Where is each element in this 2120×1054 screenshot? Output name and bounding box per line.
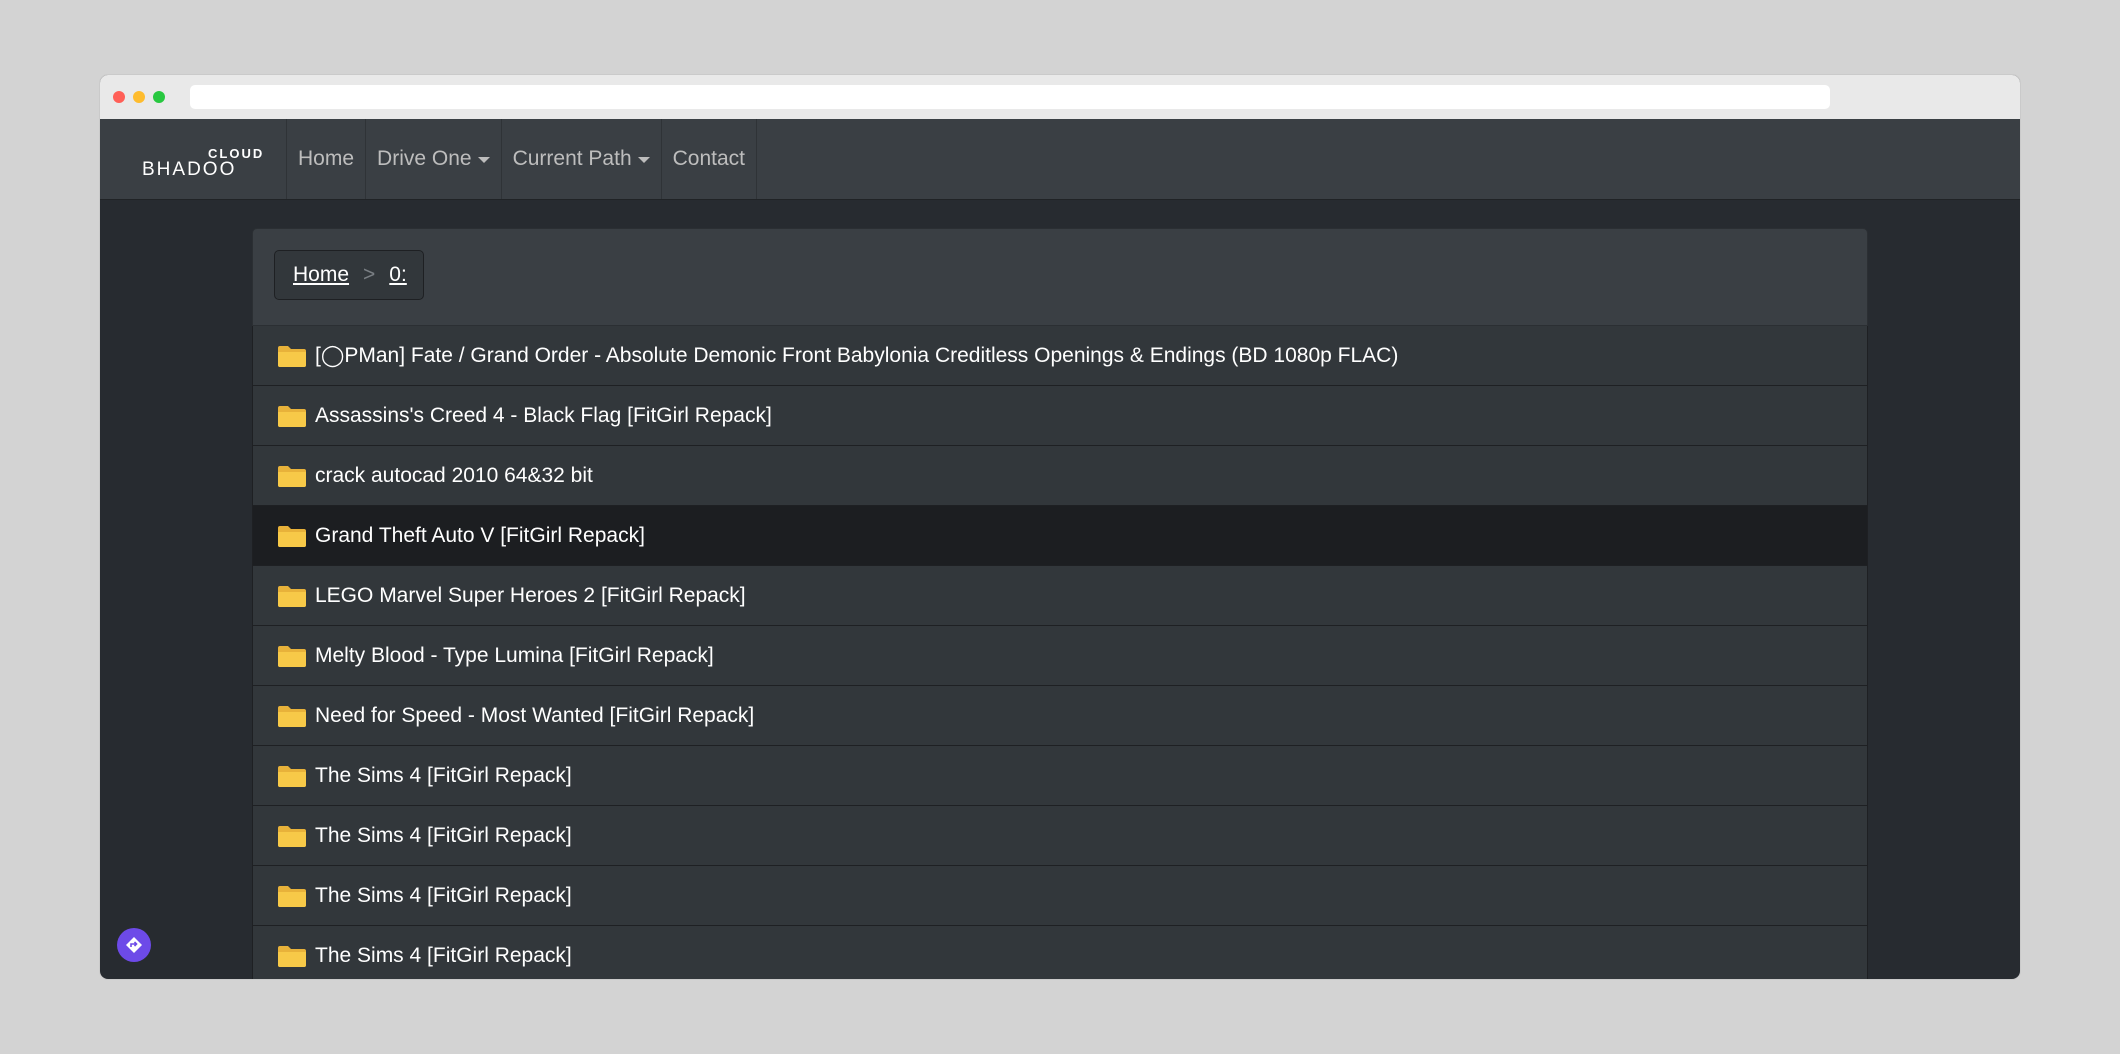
file-name: The Sims 4 [FitGirl Repack] xyxy=(315,943,572,967)
top-navbar: CLOUD BHADOO Home Drive One Current Path… xyxy=(100,119,2020,200)
file-row[interactable]: LEGO Marvel Super Heroes 2 [FitGirl Repa… xyxy=(253,566,1867,626)
brand-logo[interactable]: CLOUD BHADOO xyxy=(100,119,287,199)
file-row[interactable]: Melty Blood - Type Lumina [FitGirl Repac… xyxy=(253,626,1867,686)
file-row[interactable]: Grand Theft Auto V [FitGirl Repack] xyxy=(253,506,1867,566)
navigation-diamond-icon xyxy=(126,937,142,953)
file-row[interactable]: Assassins's Creed 4 - Black Flag [FitGir… xyxy=(253,386,1867,446)
folder-icon xyxy=(277,464,307,488)
folder-icon xyxy=(277,824,307,848)
file-row[interactable]: The Sims 4 [FitGirl Repack] xyxy=(253,866,1867,926)
brand-name-text: BHADOO xyxy=(142,159,237,180)
file-name: Need for Speed - Most Wanted [FitGirl Re… xyxy=(315,703,755,727)
address-bar[interactable] xyxy=(190,85,1830,109)
browser-titlebar xyxy=(100,75,2020,119)
folder-icon xyxy=(277,944,307,968)
folder-icon xyxy=(277,584,307,608)
file-row[interactable]: The Sims 4 [FitGirl Repack] xyxy=(253,746,1867,806)
file-name: The Sims 4 [FitGirl Repack] xyxy=(315,763,572,787)
file-row[interactable]: The Sims 4 [FitGirl Repack] xyxy=(253,926,1867,979)
nav-current-path-dropdown[interactable]: Current Path xyxy=(502,119,662,199)
file-name: LEGO Marvel Super Heroes 2 [FitGirl Repa… xyxy=(315,583,746,607)
nav-contact[interactable]: Contact xyxy=(662,119,757,199)
file-name: The Sims 4 [FitGirl Repack] xyxy=(315,823,572,847)
file-list: [◯PMan] Fate / Grand Order - Absolute De… xyxy=(252,326,1868,979)
folder-icon xyxy=(277,524,307,548)
file-name: Melty Blood - Type Lumina [FitGirl Repac… xyxy=(315,643,714,667)
nav-drive-one-dropdown[interactable]: Drive One xyxy=(366,119,502,199)
breadcrumb-separator: > xyxy=(363,263,376,286)
breadcrumb-panel: Home > 0: xyxy=(252,228,1868,326)
file-browser-card: Home > 0: [◯PMan] Fate / Grand Order - A… xyxy=(252,228,1868,979)
close-window-button[interactable] xyxy=(113,91,125,103)
folder-icon xyxy=(277,344,307,368)
nav-current-path-label: Current Path xyxy=(512,147,632,170)
breadcrumb: Home > 0: xyxy=(274,250,424,300)
file-name: Assassins's Creed 4 - Black Flag [FitGir… xyxy=(315,403,772,427)
folder-icon xyxy=(277,644,307,668)
file-row[interactable]: The Sims 4 [FitGirl Repack] xyxy=(253,806,1867,866)
file-name: crack autocad 2010 64&32 bit xyxy=(315,463,593,487)
folder-icon xyxy=(277,704,307,728)
breadcrumb-current-link[interactable]: 0: xyxy=(389,263,407,287)
file-row[interactable]: [◯PMan] Fate / Grand Order - Absolute De… xyxy=(253,326,1867,386)
nav-home-label: Home xyxy=(298,147,355,170)
file-row[interactable]: crack autocad 2010 64&32 bit xyxy=(253,446,1867,506)
folder-icon xyxy=(277,884,307,908)
nav-contact-label: Contact xyxy=(672,147,745,170)
minimize-window-button[interactable] xyxy=(133,91,145,103)
file-name: Grand Theft Auto V [FitGirl Repack] xyxy=(315,523,645,547)
nav-home[interactable]: Home xyxy=(287,119,367,199)
caret-down-icon xyxy=(477,157,490,163)
folder-icon xyxy=(277,404,307,428)
nav-drive-one-label: Drive One xyxy=(377,147,472,170)
browser-window: CLOUD BHADOO Home Drive One Current Path… xyxy=(100,75,2020,979)
file-name: The Sims 4 [FitGirl Repack] xyxy=(315,883,572,907)
floating-action-button[interactable] xyxy=(117,928,151,962)
folder-icon xyxy=(277,764,307,788)
breadcrumb-home-link[interactable]: Home xyxy=(293,263,349,287)
file-row[interactable]: Need for Speed - Most Wanted [FitGirl Re… xyxy=(253,686,1867,746)
caret-down-icon xyxy=(637,157,650,163)
file-name: [◯PMan] Fate / Grand Order - Absolute De… xyxy=(315,344,1399,367)
maximize-window-button[interactable] xyxy=(153,91,165,103)
